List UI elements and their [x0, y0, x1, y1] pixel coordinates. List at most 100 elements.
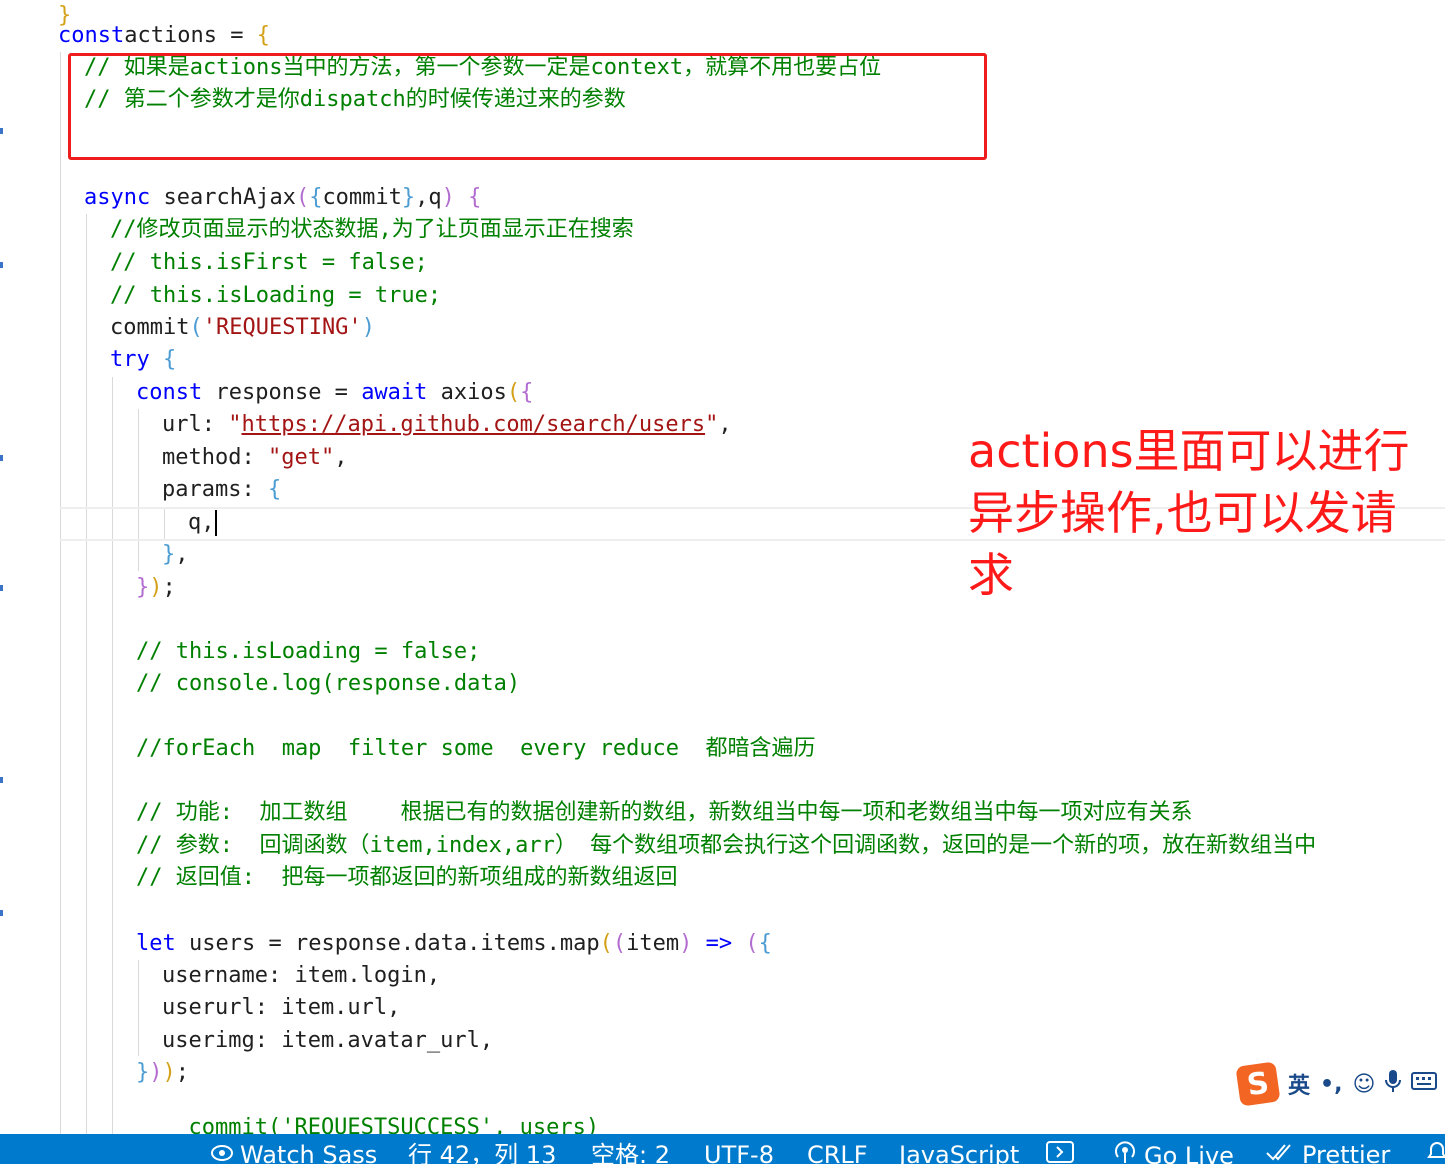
code-line[interactable]: // 返回值: 把每一项都返回的新项组成的新数组返回: [136, 862, 677, 894]
code-line[interactable]: userimg: item.avatar_url,: [162, 1025, 493, 1057]
code-line[interactable]: q,: [188, 507, 217, 539]
code-token: ;: [175, 1060, 189, 1085]
code-token: commit: [110, 315, 190, 340]
code-line[interactable]: method: "get",: [162, 442, 347, 474]
code-token: url:: [162, 412, 229, 437]
code-token: let: [136, 931, 176, 956]
indent-guide: [112, 377, 113, 1134]
gutter-change-marker: [0, 262, 3, 268]
code-line[interactable]: userurl: item.url,: [162, 992, 400, 1024]
language-mode[interactable]: JavaScript: [899, 1140, 1019, 1164]
ime-language-toggle[interactable]: 英: [1288, 1068, 1310, 1100]
code-token: username: item.login,: [162, 963, 441, 988]
code-token: await: [361, 380, 428, 405]
code-token: {: [758, 931, 772, 956]
feedback-button[interactable]: [1046, 1140, 1074, 1164]
code-token: userimg: item.avatar_url,: [162, 1028, 494, 1053]
watch-sass-label: Watch Sass: [240, 1141, 378, 1164]
code-line[interactable]: // this.isFirst = false;: [110, 247, 428, 279]
code-token: commit('REQUESTSUCCESS', users): [162, 1115, 600, 1134]
code-token: (: [506, 380, 521, 405]
code-token: }: [401, 185, 416, 210]
code-token: ;: [162, 575, 176, 600]
code-token: users = response.data.items.map: [175, 931, 600, 956]
code-token: ,: [334, 445, 348, 470]
keyboard-icon[interactable]: [1411, 1071, 1438, 1097]
smile-icon[interactable]: ☺: [1352, 1072, 1375, 1097]
code-line[interactable]: username: item.login,: [162, 960, 440, 992]
code-line[interactable]: params: {: [162, 474, 281, 506]
code-token: try: [110, 347, 150, 372]
prettier-button[interactable]: Prettier: [1266, 1140, 1390, 1164]
code-token: // console.log(response.data): [136, 671, 521, 696]
eol-setting[interactable]: CRLF: [807, 1140, 868, 1164]
code-token: ,: [718, 412, 732, 437]
code-token: {: [520, 380, 534, 405]
code-line[interactable]: // 参数: 回调函数（item,index,arr） 每个数组项都会执行这个回…: [136, 830, 1316, 862]
code-token: {: [309, 185, 323, 210]
code-line[interactable]: url: "https://api.github.com/search/user…: [162, 409, 732, 441]
code-line[interactable]: commit('REQUESTING'): [110, 312, 375, 344]
double-check-icon: [1266, 1140, 1296, 1164]
code-token: ): [679, 931, 693, 956]
code-token: 'REQUESTING': [202, 315, 362, 340]
code-token: // this.isLoading = false;: [136, 639, 481, 664]
microphone-icon[interactable]: [1385, 1069, 1402, 1099]
code-line[interactable]: //forEach map filter some every reduce 都…: [136, 733, 816, 765]
broadcast-icon: [1112, 1140, 1138, 1164]
status-bar: Watch Sass 行 42，列 13 空格: 2 UTF-8 CRLF Ja…: [0, 1134, 1445, 1164]
code-line[interactable]: const response = await axios({: [136, 377, 533, 409]
gutter-change-marker: [0, 777, 3, 783]
ime-punctuation-toggle[interactable]: •,: [1320, 1072, 1342, 1097]
code-line[interactable]: let users = response.data.items.map((ite…: [136, 928, 772, 960]
notifications-icon[interactable]: [1425, 1140, 1445, 1164]
code-token: // this.isFirst = false;: [110, 250, 428, 275]
encoding-setting[interactable]: UTF-8: [704, 1140, 774, 1164]
code-token: (: [599, 931, 613, 956]
code-token: userurl: item.url,: [162, 995, 401, 1020]
code-token: axios: [427, 380, 507, 405]
code-line[interactable]: constactions = {: [58, 20, 270, 52]
code-token: const: [136, 380, 203, 405]
prettier-label: Prettier: [1302, 1141, 1391, 1164]
code-line[interactable]: try {: [110, 344, 176, 376]
code-line[interactable]: commit('REQUESTSUCCESS', users): [162, 1112, 599, 1134]
code-token: {: [163, 347, 177, 372]
code-line[interactable]: async searchAjax({commit},q) {: [84, 182, 481, 214]
go-live-label: Go Live: [1144, 1142, 1234, 1164]
code-line[interactable]: // this.isLoading = true;: [110, 280, 441, 312]
eye-icon: [210, 1140, 234, 1164]
code-token: ,: [175, 542, 189, 567]
code-editor[interactable]: } constactions = {// 如果是actions当中的方法，第一个参…: [0, 0, 1445, 1134]
code-line[interactable]: });: [136, 572, 176, 604]
code-token: params:: [162, 477, 268, 502]
text-cursor: [214, 510, 217, 536]
code-token: // this.isLoading = true;: [110, 283, 442, 308]
code-line[interactable]: //修改页面显示的状态数据,为了让页面显示正在搜索: [110, 214, 634, 246]
code-token: //修改页面显示的状态数据,为了让页面显示正在搜索: [110, 217, 634, 242]
go-live-button[interactable]: Go Live: [1112, 1140, 1234, 1164]
code-token: (: [745, 931, 759, 956]
code-token: https://api.github.com/search/users: [241, 412, 706, 437]
cursor-position[interactable]: 行 42，列 13: [408, 1140, 556, 1164]
code-line[interactable]: // 功能: 加工数组 根据已有的数据创建新的数组，新数组当中每一项和老数组当中…: [136, 797, 1192, 829]
sogou-logo-icon[interactable]: S: [1235, 1061, 1281, 1107]
code-line[interactable]: // this.isLoading = false;: [136, 636, 480, 668]
code-token: (: [189, 315, 203, 340]
code-line[interactable]: },: [162, 539, 189, 571]
ime-toolbar[interactable]: S 英 •, ☺: [1235, 1061, 1438, 1107]
gutter-change-marker: [0, 128, 3, 134]
code-token: ): [162, 1060, 176, 1085]
code-token: ": [705, 412, 719, 437]
code-token: ,q: [415, 185, 442, 210]
watch-sass-button[interactable]: Watch Sass: [210, 1140, 377, 1164]
code-token: {: [468, 185, 482, 210]
code-token: (: [295, 185, 310, 210]
code-token: =>: [705, 931, 733, 956]
code-token: ): [149, 1060, 163, 1085]
code-line[interactable]: // console.log(response.data): [136, 668, 520, 700]
indentation-setting[interactable]: 空格: 2: [591, 1140, 670, 1164]
code-line[interactable]: }));: [136, 1057, 189, 1089]
